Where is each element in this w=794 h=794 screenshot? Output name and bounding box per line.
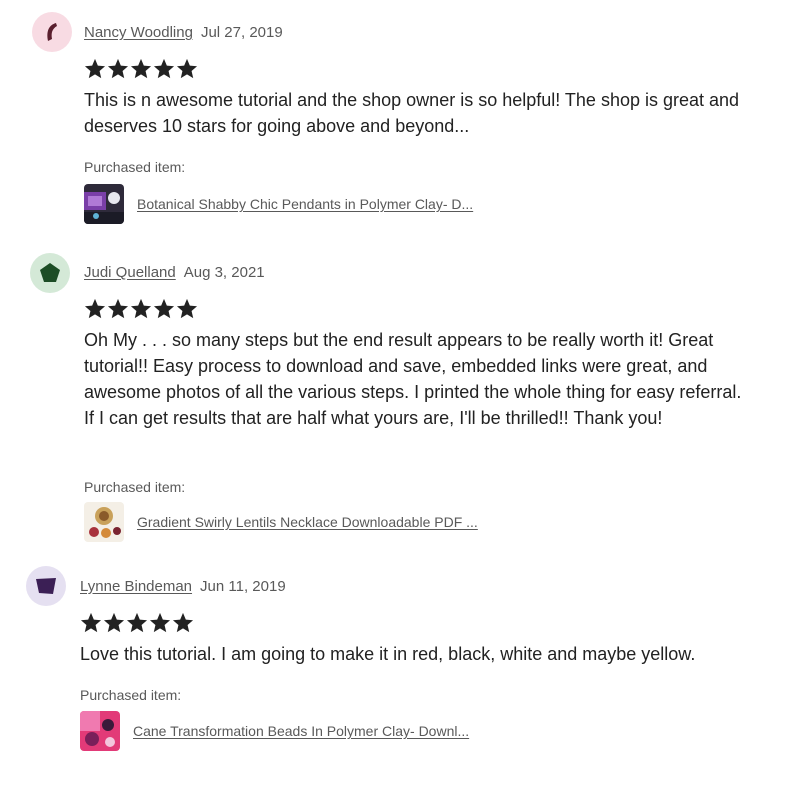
star-icon <box>80 612 102 633</box>
star-icon <box>107 58 129 79</box>
star-icon <box>153 298 175 319</box>
star-icon <box>149 612 171 633</box>
purchased-item-label: Purchased item: <box>80 687 182 703</box>
review-meta: Nancy Woodling Jul 27, 2019 <box>84 24 283 41</box>
star-icon <box>126 612 148 633</box>
purchased-item-link[interactable]: Cane Transformation Beads In Polymer Cla… <box>80 711 469 751</box>
review-date: Jun 11, 2019 <box>200 578 286 595</box>
star-icon <box>84 298 106 319</box>
review-text: This is n awesome tutorial and the shop … <box>84 90 740 136</box>
star-rating <box>84 58 198 79</box>
star-icon <box>107 298 129 319</box>
item-thumbnail[interactable] <box>80 711 120 751</box>
item-title[interactable]: Cane Transformation Beads In Polymer Cla… <box>133 723 469 739</box>
trapezoid-avatar-icon <box>36 578 56 594</box>
review-meta: Judi Quelland Aug 3, 2021 <box>84 264 265 281</box>
star-icon <box>130 298 152 319</box>
review-meta: Lynne Bindeman Jun 11, 2019 <box>80 578 286 595</box>
star-icon <box>84 58 106 79</box>
purchased-item-label: Purchased item: <box>84 479 186 495</box>
pentagon-avatar-icon <box>40 263 60 282</box>
reviewer-name[interactable]: Lynne Bindeman <box>80 578 192 595</box>
purchased-item-link[interactable]: Botanical Shabby Chic Pendants in Polyme… <box>84 184 473 224</box>
reviewer-name[interactable]: Nancy Woodling <box>84 24 193 41</box>
shape-avatar-icon <box>47 23 57 41</box>
star-icon <box>130 58 152 79</box>
star-icon <box>103 612 125 633</box>
star-rating <box>80 612 194 633</box>
reviewer-avatar[interactable] <box>32 12 72 52</box>
purchased-item-link[interactable]: Gradient Swirly Lentils Necklace Downloa… <box>84 502 478 542</box>
review-text: Love this tutorial. I am going to make i… <box>80 644 696 664</box>
reviewer-avatar[interactable] <box>26 566 66 606</box>
reviewer-avatar[interactable] <box>30 253 70 293</box>
star-rating <box>84 298 198 319</box>
item-title[interactable]: Botanical Shabby Chic Pendants in Polyme… <box>137 196 473 212</box>
reviewer-name[interactable]: Judi Quelland <box>84 264 176 281</box>
star-icon <box>176 58 198 79</box>
item-title[interactable]: Gradient Swirly Lentils Necklace Downloa… <box>137 514 478 530</box>
item-thumbnail[interactable] <box>84 184 124 224</box>
review-date: Jul 27, 2019 <box>200 24 283 41</box>
star-icon <box>172 612 194 633</box>
review-text: Oh My . . . so many steps but the end re… <box>84 330 742 428</box>
star-icon <box>153 58 175 79</box>
star-icon <box>176 298 198 319</box>
review-date: Aug 3, 2021 <box>183 264 265 281</box>
purchased-item-label: Purchased item: <box>84 159 186 175</box>
item-thumbnail[interactable] <box>84 502 124 542</box>
